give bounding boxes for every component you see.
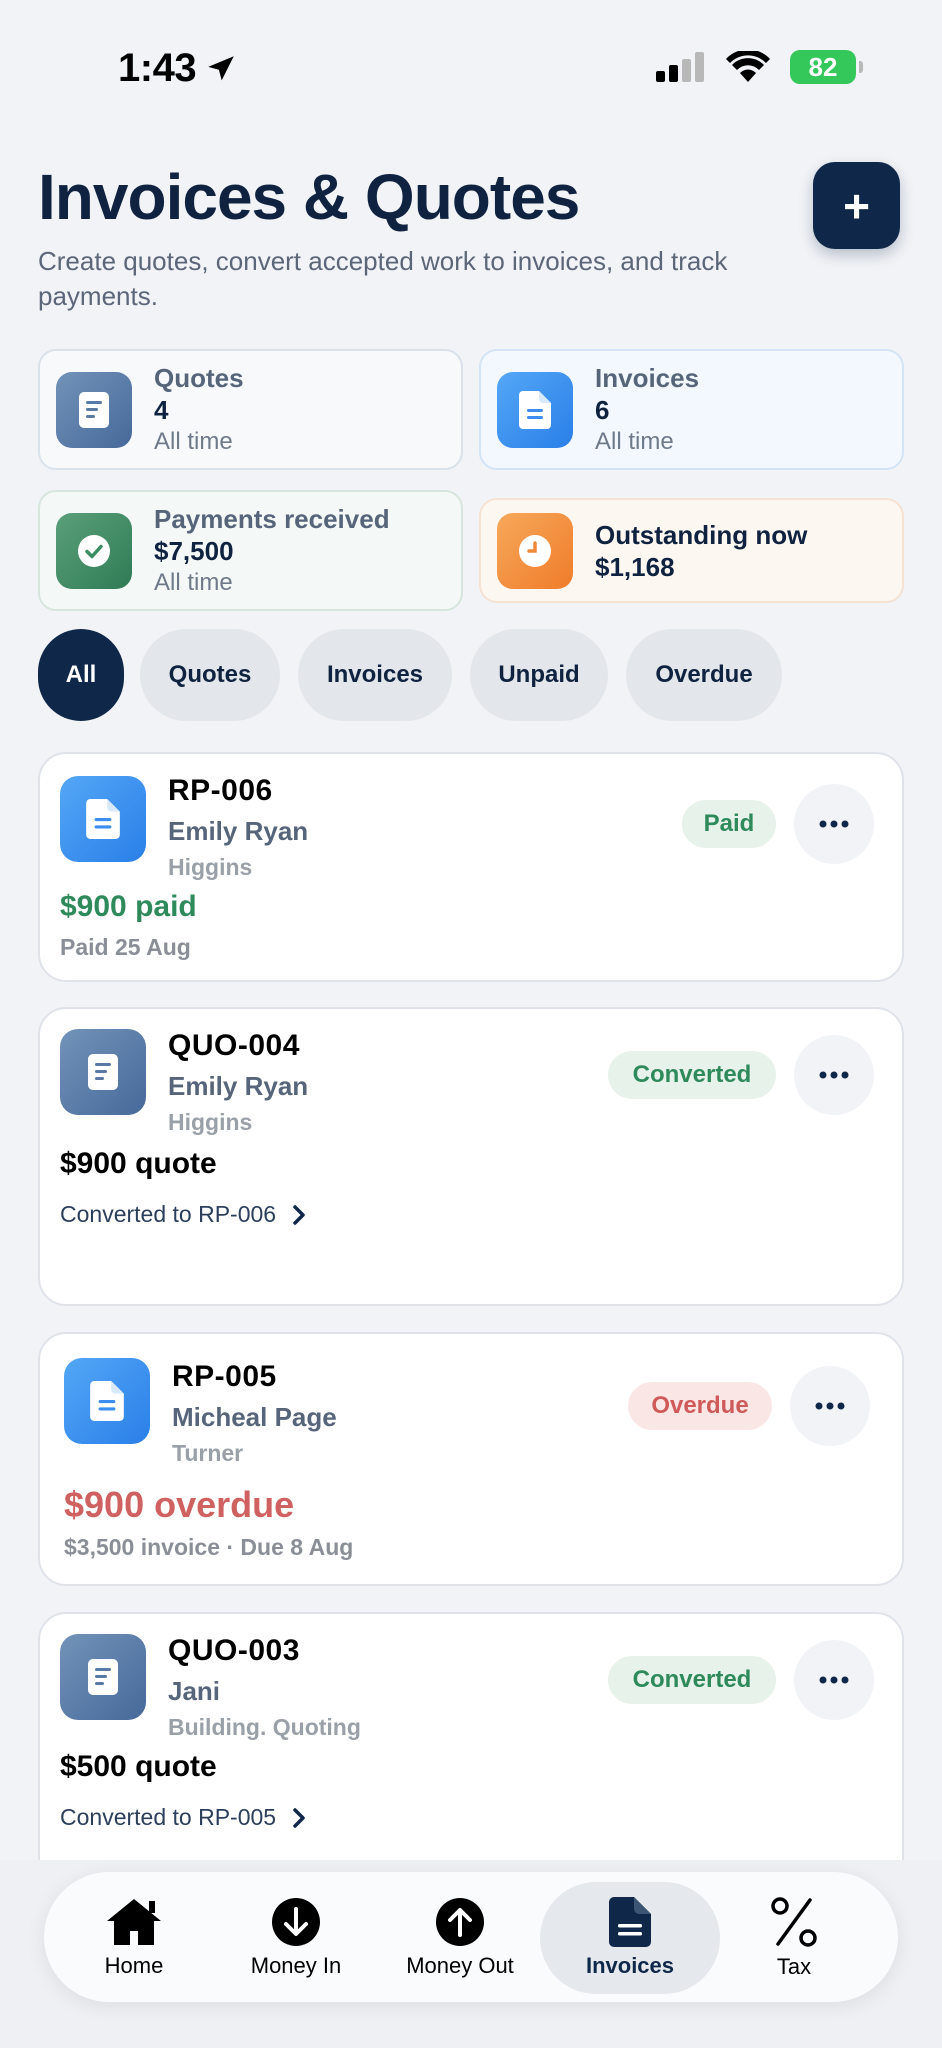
quote-doc-icon	[60, 1029, 146, 1115]
document-number: QUO-003	[168, 1634, 300, 1667]
document-project: Turner	[172, 1440, 244, 1466]
home-icon	[107, 1899, 161, 1945]
percent-icon	[771, 1897, 817, 1947]
stat-sub: All time	[154, 427, 233, 455]
status-badge: Paid	[682, 800, 776, 848]
document-number: RP-005	[172, 1360, 277, 1393]
document-number: QUO-004	[168, 1029, 300, 1062]
nav-label: Tax	[776, 1954, 812, 1979]
more-options-button[interactable]	[794, 1640, 874, 1720]
stat-sub: All time	[154, 568, 233, 596]
stat-label: Invoices	[595, 362, 700, 393]
nav-label: Money In	[250, 1953, 342, 1978]
converted-link[interactable]: Converted to RP-005	[60, 1804, 306, 1831]
nav-label: Money Out	[406, 1953, 514, 1978]
arrow-up-circle-icon	[436, 1898, 484, 1946]
document-card[interactable]: QUO-004 Emily Ryan Higgins Converted $90…	[38, 1007, 904, 1306]
nav-label: Invoices	[585, 1953, 675, 1978]
clock-icon	[497, 512, 573, 589]
stat-value: 6	[595, 394, 610, 425]
document-client: Emily Ryan	[168, 816, 309, 846]
page-title: Invoices & Quotes	[38, 161, 580, 233]
converted-link-text: Converted to RP-006	[60, 1201, 277, 1227]
more-options-button[interactable]	[794, 1035, 874, 1115]
more-options-button[interactable]	[790, 1366, 870, 1446]
document-amount: $500 quote	[60, 1750, 217, 1783]
document-card[interactable]: RP-005 Micheal Page Turner Overdue $900 …	[38, 1332, 904, 1586]
nav-money-out[interactable]: Money Out	[370, 1882, 550, 1994]
document-client: Jani	[168, 1676, 221, 1706]
filter-chip-quotes[interactable]: Quotes	[140, 629, 280, 721]
document-card[interactable]: RP-006 Emily Ryan Higgins Paid $900 paid…	[38, 752, 904, 982]
invoice-doc-icon	[60, 776, 146, 862]
bottom-nav: Home Money In Money Out Invoices Tax	[44, 1872, 898, 2002]
quote-doc-icon	[56, 371, 132, 448]
document-project: Higgins	[168, 1109, 253, 1135]
nav-home[interactable]: Home	[44, 1882, 224, 1994]
invoice-doc-icon	[64, 1358, 150, 1444]
document-project: Higgins	[168, 854, 253, 880]
document-meta: Paid 25 Aug	[60, 934, 191, 960]
battery-indicator: 82	[790, 50, 863, 84]
stat-value: 4	[154, 394, 169, 425]
stat-card-outstanding[interactable]: Outstanding now $1,168	[479, 498, 904, 603]
document-icon	[609, 1897, 651, 1947]
stat-value: $7,500	[154, 535, 234, 566]
invoice-doc-icon	[497, 371, 573, 448]
converted-link-text: Converted to RP-005	[60, 1804, 277, 1830]
nav-money-in[interactable]: Money In	[206, 1882, 386, 1994]
nav-tax[interactable]: Tax	[704, 1882, 884, 1994]
ellipsis-icon	[819, 1071, 849, 1079]
status-badge: Overdue	[628, 1382, 772, 1430]
document-meta: $3,500 invoice · Due 8 Aug	[64, 1534, 354, 1560]
filter-chip-all[interactable]: All	[38, 629, 124, 721]
nav-label: Home	[104, 1953, 164, 1978]
document-amount: $900 quote	[60, 1147, 217, 1180]
status-indicators: 82	[656, 50, 863, 84]
ellipsis-icon	[819, 1676, 849, 1684]
chevron-right-icon	[293, 1807, 305, 1828]
filter-chip-unpaid[interactable]: Unpaid	[470, 629, 608, 721]
ellipsis-icon	[819, 820, 849, 828]
nav-invoices[interactable]: Invoices	[540, 1882, 720, 1994]
stat-value: $1,168	[595, 551, 675, 582]
page-subtitle: Create quotes, convert accepted work to …	[38, 246, 728, 311]
document-number: RP-006	[168, 774, 273, 807]
stat-label: Outstanding now	[595, 519, 808, 550]
chevron-right-icon	[293, 1204, 305, 1225]
status-bar: 1:43 82	[0, 0, 942, 140]
document-project: Building. Quoting	[168, 1714, 361, 1740]
document-card[interactable]: QUO-003 Jani Building. Quoting Converted…	[38, 1612, 904, 1902]
document-amount: $900 paid	[60, 890, 197, 923]
status-time: 1:43	[118, 46, 238, 91]
more-options-button[interactable]	[794, 784, 874, 864]
cellular-signal-icon	[656, 52, 704, 82]
status-badge: Converted	[608, 1051, 776, 1099]
add-document-button[interactable]: +	[813, 162, 900, 249]
ellipsis-icon	[815, 1402, 845, 1410]
document-amount: $900 overdue	[64, 1484, 295, 1525]
stat-card-payments[interactable]: Payments received $7,500 All time	[38, 490, 463, 611]
quote-doc-icon	[60, 1634, 146, 1720]
location-arrow-icon	[208, 55, 234, 80]
stat-card-quotes[interactable]: Quotes 4 All time	[38, 349, 463, 470]
status-time-text: 1:43	[118, 46, 197, 90]
arrow-down-circle-icon	[272, 1898, 320, 1946]
wifi-icon	[726, 51, 770, 82]
check-circle-icon	[56, 512, 132, 589]
status-badge: Converted	[608, 1656, 776, 1704]
stat-card-invoices[interactable]: Invoices 6 All time	[479, 349, 904, 470]
stat-label: Payments received	[154, 503, 390, 534]
stat-label: Quotes	[154, 362, 244, 393]
stat-sub: All time	[595, 427, 674, 455]
battery-level: 82	[808, 51, 838, 82]
converted-link[interactable]: Converted to RP-006	[60, 1201, 306, 1228]
filter-chip-invoices[interactable]: Invoices	[298, 629, 452, 721]
filter-chip-overdue[interactable]: Overdue	[626, 629, 782, 721]
plus-icon: +	[843, 179, 870, 232]
document-client: Emily Ryan	[168, 1071, 309, 1101]
document-client: Micheal Page	[172, 1402, 337, 1432]
